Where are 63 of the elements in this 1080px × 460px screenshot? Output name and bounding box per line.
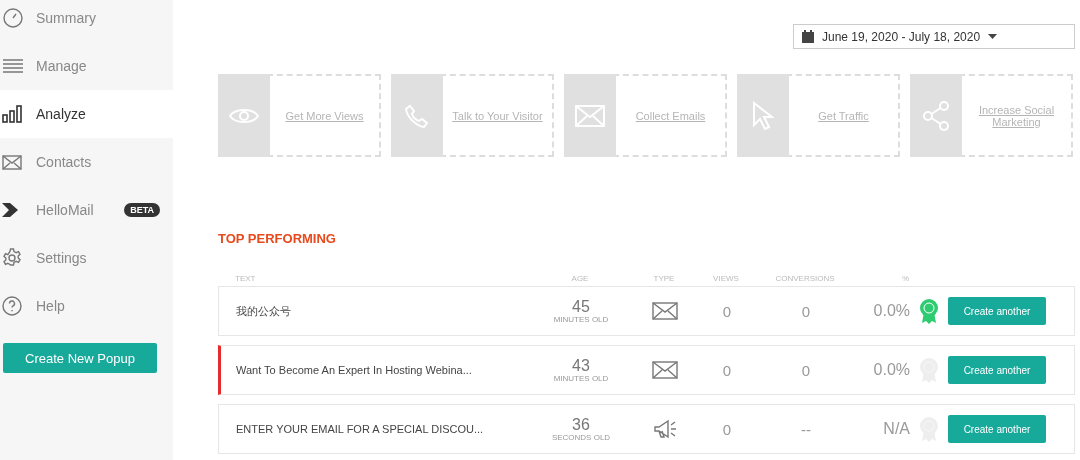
bar-chart-icon: [2, 105, 24, 123]
sidebar-item[interactable]: Settings: [0, 234, 173, 282]
envelope-icon: [652, 361, 678, 379]
create-another-button[interactable]: Create another: [948, 297, 1046, 325]
sidebar-item[interactable]: Analyze: [0, 90, 173, 138]
conversions-value: --: [800, 420, 812, 438]
gear-icon: [2, 248, 22, 268]
age-value: 45: [572, 298, 590, 315]
column-header: TEXT: [235, 274, 257, 283]
phone-icon: [405, 103, 429, 128]
views-value: 0: [721, 302, 733, 320]
sidebar-item[interactable]: Help: [0, 282, 173, 330]
goal-card[interactable]: Collect Emails: [564, 74, 727, 157]
views-value: 0: [721, 361, 733, 379]
column-header: %: [900, 274, 909, 283]
list-icon: [2, 59, 24, 73]
popup-text: ENTER YOUR EMAIL FOR A SPECIAL DISCOU...: [236, 423, 485, 435]
date-range-picker[interactable]: June 19, 2020 - July 18, 2020: [793, 24, 1075, 49]
age-unit: MINUTES OLD: [553, 314, 609, 324]
goal-card[interactable]: Get Traffic: [737, 74, 900, 157]
envelope-icon: [652, 302, 678, 320]
goal-link[interactable]: Increase Social Marketing: [962, 76, 1071, 155]
gauge-icon: [2, 7, 24, 29]
calendar-icon: [802, 30, 814, 43]
column-header: VIEWS: [712, 274, 740, 283]
age-unit: MINUTES OLD: [553, 373, 609, 383]
goal-link[interactable]: Collect Emails: [616, 76, 725, 155]
sidebar-item[interactable]: Manage: [0, 42, 173, 90]
goal-card[interactable]: Increase Social Marketing: [910, 74, 1073, 157]
goal-link[interactable]: Get More Views: [270, 76, 379, 155]
conversions-value: 0: [800, 361, 812, 379]
eye-icon: [229, 106, 259, 125]
popup-text: 我的公众号: [236, 303, 292, 319]
column-header: CONVERSIONS: [774, 274, 836, 283]
sidebar-item[interactable]: Summary: [0, 0, 173, 42]
sidebar-item[interactable]: HelloMail BETA: [0, 186, 173, 234]
goal-card[interactable]: Get More Views: [218, 74, 381, 157]
create-another-button[interactable]: Create another: [948, 356, 1046, 384]
megaphone-icon: [653, 419, 677, 439]
envelope-icon: [575, 104, 605, 127]
help-icon: [2, 296, 22, 316]
popup-text: Want To Become An Expert In Hosting Webina...: [236, 364, 473, 376]
share-icon: [922, 100, 950, 131]
section-title: TOP PERFORMING: [218, 231, 336, 247]
percent-value: N/A: [882, 420, 910, 438]
age-value: 36: [572, 416, 590, 433]
sidebar-item[interactable]: Contacts: [0, 138, 173, 186]
age-unit: SECONDS OLD: [551, 432, 611, 442]
envelope-icon: [2, 154, 22, 170]
age-value: 43: [572, 357, 590, 374]
goal-link[interactable]: Talk to Your Visitor: [443, 76, 552, 155]
percent-value: 0.0%: [872, 302, 910, 320]
create-popup-button[interactable]: Create New Popup: [3, 343, 157, 373]
percent-value: 0.0%: [872, 361, 910, 379]
beta-badge: BETA: [124, 203, 160, 217]
caret-icon: [988, 34, 998, 39]
conversions-value: 0: [800, 302, 812, 320]
goal-card[interactable]: Talk to Your Visitor: [391, 74, 554, 157]
create-another-button[interactable]: Create another: [948, 415, 1046, 443]
goal-link[interactable]: Get Traffic: [789, 76, 898, 155]
cursor-icon: [752, 100, 774, 131]
views-value: 0: [721, 420, 733, 438]
column-header: AGE: [570, 274, 590, 283]
